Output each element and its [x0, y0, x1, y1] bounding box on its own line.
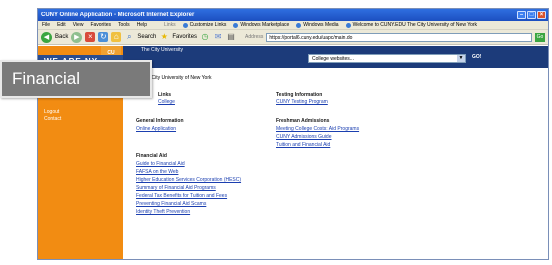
favorites-label[interactable]: Favorites [172, 34, 197, 40]
window-controls: – □ × [517, 11, 546, 19]
link-cuny-label: Welcome to CUNY.EDU The City University … [352, 22, 478, 28]
quick-links-title: Links [158, 92, 172, 98]
menu-bar: File Edit View Favorites Tools Help Link… [38, 21, 548, 30]
back-icon[interactable]: ◀ [41, 31, 52, 43]
title-bar: CUNY Online Application - Microsoft Inte… [38, 9, 548, 21]
history-icon[interactable]: ◷ [200, 32, 210, 42]
freshman-title: Freshman Admissions [276, 118, 330, 124]
address-label: Address [245, 34, 264, 40]
fa-link[interactable]: Identity Theft Prevention [136, 209, 190, 215]
chevron-down-icon[interactable]: ▼ [457, 55, 465, 62]
stop-icon[interactable]: × [85, 32, 96, 42]
menu-help[interactable]: Help [137, 22, 147, 28]
link-media-label: Windows Media [303, 22, 339, 28]
link-customize[interactable]: Customize Links [182, 22, 227, 28]
ie-icon [345, 22, 351, 28]
fa-link[interactable]: Summary of Financial Aid Programs [136, 185, 216, 191]
toolbar: ◀ Back ▶ × ↻ ⌂ ⌕ Search ★ Favorites ◷ ✉ … [38, 30, 548, 45]
ie-icon [233, 22, 239, 28]
menu-file[interactable]: File [42, 22, 50, 28]
stage: CUNY Online Application - Microsoft Inte… [0, 0, 552, 265]
search-icon[interactable]: ⌕ [124, 32, 134, 42]
address-input[interactable]: https://portal6.cuny.edu/uapc/main.do [266, 32, 532, 42]
fa-link[interactable]: FAFSA on the Web [136, 169, 178, 175]
admissions-guide-link[interactable]: CUNY Admissions Guide [276, 134, 332, 140]
go-button[interactable]: Go [535, 32, 545, 42]
testing-title: Testing Information [276, 92, 323, 98]
home-icon[interactable]: ⌂ [111, 32, 122, 42]
financial-callout: Financial [0, 60, 152, 98]
forward-icon[interactable]: ▶ [71, 31, 83, 43]
links-label: Links [163, 22, 176, 28]
menu-view[interactable]: View [73, 22, 84, 28]
window-title: CUNY Online Application - Microsoft Inte… [41, 12, 195, 18]
testing-link[interactable]: CUNY Testing Program [276, 99, 328, 105]
back-label[interactable]: Back [55, 34, 68, 40]
side-nav: Logout Contact [44, 109, 61, 123]
financial-aid-title: Financial Aid [136, 153, 167, 159]
link-marketplace[interactable]: Windows Marketplace [233, 22, 289, 28]
cuny-name: The City University [141, 47, 183, 53]
fa-link[interactable]: Preventing Financial Aid Scams [136, 201, 206, 207]
contact-link[interactable]: Contact [44, 116, 61, 123]
minimize-icon[interactable]: – [517, 11, 526, 19]
link-cuny[interactable]: Welcome to CUNY.EDU The City University … [345, 22, 478, 28]
general-title: General Information [136, 118, 184, 124]
search-label[interactable]: Search [137, 34, 156, 40]
logout-link[interactable]: Logout [44, 109, 61, 116]
tuition-aid-link[interactable]: Tuition and Financial Aid [276, 142, 330, 148]
menu-tools[interactable]: Tools [118, 22, 130, 28]
college-link[interactable]: College [158, 99, 175, 105]
refresh-icon[interactable]: ↻ [98, 32, 109, 42]
aid-programs-link[interactable]: Meeting College Costs: Aid Programs [276, 126, 359, 132]
favorites-star-icon[interactable]: ★ [159, 32, 169, 42]
fa-link[interactable]: Higher Education Services Corporation (H… [136, 177, 241, 183]
college-select[interactable]: College websites... ▼ [308, 54, 466, 63]
college-select-value: College websites... [312, 56, 354, 62]
link-marketplace-label: Windows Marketplace [240, 22, 290, 28]
mail-icon[interactable]: ✉ [213, 32, 223, 42]
browser-window: CUNY Online Application - Microsoft Inte… [37, 8, 549, 260]
print-icon[interactable]: ▤ [226, 32, 236, 42]
fa-link[interactable]: Guide to Financial Aid [136, 161, 185, 167]
close-icon[interactable]: × [537, 11, 546, 19]
link-media[interactable]: Windows Media [296, 22, 339, 28]
ie-icon [182, 22, 188, 28]
online-application-link[interactable]: Online Application [136, 126, 176, 132]
menu-edit[interactable]: Edit [57, 22, 66, 28]
ie-icon [296, 22, 302, 28]
link-customize-label: Customize Links [189, 22, 227, 28]
menu-favorites[interactable]: Favorites [90, 22, 111, 28]
fa-link[interactable]: Federal Tax Benefits for Tuition and Fee… [136, 193, 227, 199]
maximize-icon[interactable]: □ [527, 11, 536, 19]
go-link[interactable]: GO! [472, 54, 481, 60]
